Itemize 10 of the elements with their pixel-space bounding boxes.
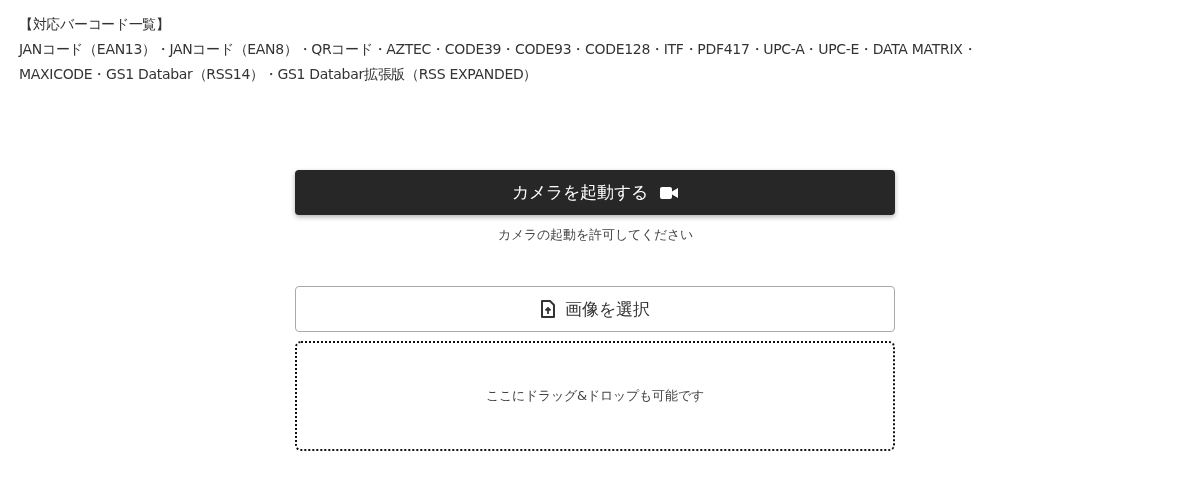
list-heading: 【対応バーコード一覧】 [19, 15, 171, 34]
video-camera-icon [660, 186, 678, 199]
camera-permission-hint: カメラの起動を許可してください [497, 226, 693, 244]
camera-button[interactable]: カメラを起動する [295, 170, 895, 215]
select-image-button[interactable]: 画像を選択 [295, 286, 895, 332]
drop-zone[interactable]: ここにドラッグ&ドロップも可能です [295, 341, 895, 451]
barcode-list-text: JANコード（EAN13）・JANコード（EAN8）・QRコード・AZTEC・CODE39・CODE93・CODE128・ITF・PDF417・UPC-A・UPC-E・DATA MATRIX・ [19, 40, 978, 59]
file-upload-icon [540, 300, 555, 318]
barcode-list-text: MAXICODE・GS1 Databar（RSS14）・GS1 Databar拡張版（RSS EXPANDED） [19, 65, 539, 84]
drop-zone-text: ここにドラッグ&ドロップも可能です [485, 387, 705, 405]
